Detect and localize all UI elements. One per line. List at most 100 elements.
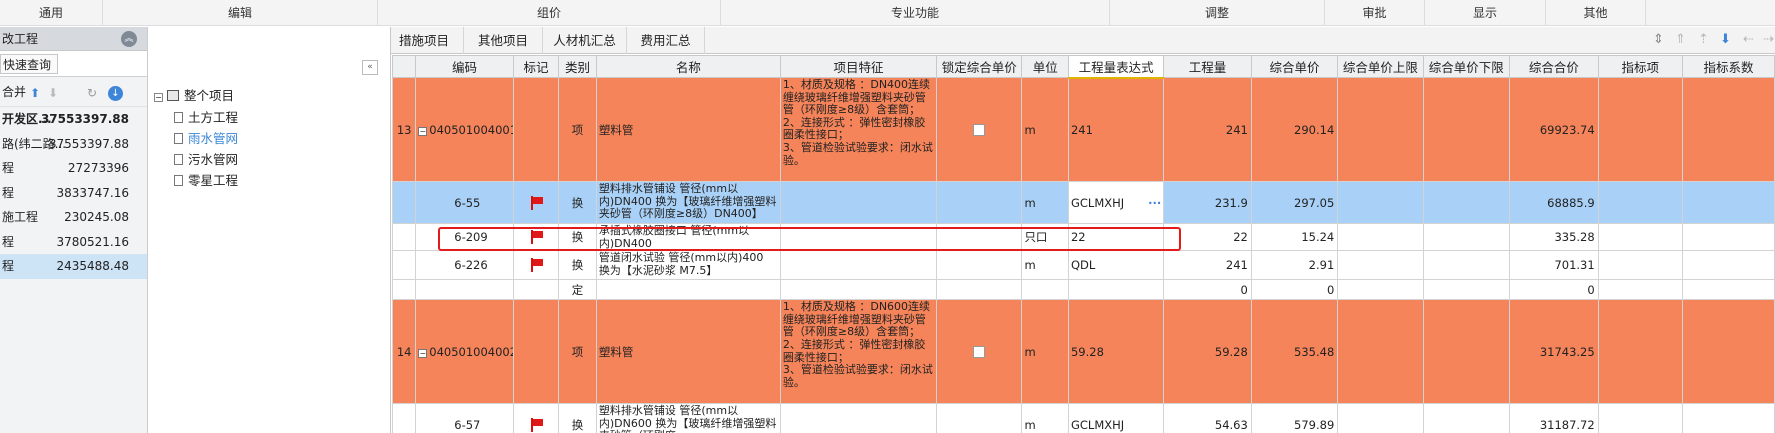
unit-cell[interactable]: m bbox=[1021, 181, 1069, 224]
lock-price-cell[interactable] bbox=[936, 299, 1023, 405]
merge-label[interactable]: 合并 bbox=[2, 85, 26, 99]
name-cell[interactable]: 承插式橡胶圈接口 管径(mm以内)DN400 bbox=[595, 222, 781, 252]
feature-cell[interactable] bbox=[779, 222, 938, 252]
quantity-cell[interactable]: 0 bbox=[1163, 279, 1252, 301]
unit-price-cell[interactable]: 15.24 bbox=[1250, 222, 1339, 252]
type-cell[interactable]: 项 bbox=[558, 77, 597, 182]
tree-node[interactable]: 雨水管网 bbox=[174, 130, 238, 148]
code-cell[interactable] bbox=[415, 279, 514, 301]
code-cell[interactable]: 6-226 bbox=[415, 250, 514, 281]
table-row[interactable]: 6-226 换管道闭水试验 管径(mm以内)400 换为【水泥砂浆 M7.5】 m Q… bbox=[392, 250, 1775, 281]
total-price-cell[interactable]: 701.31 bbox=[1509, 250, 1599, 281]
table-row[interactable]: 14−040501004002 项塑料管 1、材质及规格 ：DN600连续缠绕玻璃纤… bbox=[392, 299, 1775, 405]
indicator-cell[interactable] bbox=[1597, 279, 1683, 301]
code-cell[interactable]: 6-57 bbox=[415, 403, 514, 433]
column-header[interactable]: 单位 bbox=[1021, 55, 1069, 78]
indicator-coef-cell[interactable] bbox=[1681, 403, 1775, 433]
price-upper-limit-cell[interactable] bbox=[1337, 222, 1424, 252]
total-price-cell[interactable]: 31743.25 bbox=[1509, 299, 1599, 405]
name-cell[interactable]: 塑料排水管铺设 管径(mm以内)DN400 换为【玻璃纤维增强塑料夹砂管（环刚度… bbox=[595, 181, 781, 224]
indicator-cell[interactable] bbox=[1597, 299, 1683, 405]
tree-node[interactable]: 污水管网 bbox=[174, 151, 238, 169]
project-list-item[interactable]: 程 27273396 bbox=[0, 156, 147, 181]
indicator-coef-cell[interactable] bbox=[1681, 77, 1775, 182]
column-header[interactable] bbox=[392, 55, 417, 78]
indicator-coef-cell[interactable] bbox=[1681, 181, 1775, 224]
type-cell[interactable]: 项 bbox=[558, 299, 597, 405]
menu-group[interactable]: 组价 bbox=[378, 0, 721, 26]
lock-price-cell[interactable] bbox=[936, 222, 1023, 252]
quantity-expression-cell[interactable]: 22 bbox=[1067, 222, 1165, 252]
column-header[interactable]: 工程量 bbox=[1163, 55, 1252, 78]
total-price-cell[interactable]: 0 bbox=[1509, 279, 1599, 301]
menu-group[interactable]: 审批 bbox=[1325, 0, 1425, 26]
unit-price-cell[interactable]: 0 bbox=[1250, 279, 1339, 301]
lock-price-checkbox[interactable] bbox=[973, 124, 986, 136]
price-lower-limit-cell[interactable] bbox=[1422, 77, 1511, 182]
column-header[interactable]: 项目特征 bbox=[779, 55, 938, 78]
lock-price-cell[interactable] bbox=[936, 181, 1023, 224]
indicator-coef-cell[interactable] bbox=[1681, 222, 1775, 252]
column-header[interactable]: 锁定综合单价 bbox=[936, 55, 1023, 78]
menu-group[interactable]: 通用 bbox=[0, 0, 103, 26]
name-cell[interactable]: 塑料管 bbox=[595, 299, 781, 405]
lock-price-cell[interactable] bbox=[936, 403, 1023, 433]
type-cell[interactable]: 定 bbox=[558, 279, 597, 301]
indicator-coef-cell[interactable] bbox=[1681, 299, 1775, 405]
column-header[interactable]: 标记 bbox=[512, 55, 560, 78]
code-cell[interactable]: 6-55 bbox=[415, 181, 514, 224]
move-down-arrow-icon[interactable]: ⬇ bbox=[1720, 32, 1731, 47]
total-price-cell[interactable]: 69923.74 bbox=[1509, 77, 1599, 182]
unit-cell[interactable]: m bbox=[1021, 403, 1069, 433]
move-top-icon[interactable]: ⇑ bbox=[1675, 32, 1686, 47]
price-upper-limit-cell[interactable] bbox=[1337, 250, 1424, 281]
price-upper-limit-cell[interactable] bbox=[1337, 181, 1424, 224]
indicator-cell[interactable] bbox=[1597, 250, 1683, 281]
table-row[interactable]: 6-55 换塑料排水管铺设 管径(mm以内)DN400 换为【玻璃纤维增强塑料夹砂… bbox=[392, 181, 1775, 224]
project-list-item[interactable]: 路(纬二路... 37553397.88 bbox=[0, 132, 147, 157]
unit-cell[interactable]: 只口 bbox=[1021, 222, 1069, 252]
table-row[interactable]: 定000 bbox=[392, 279, 1775, 301]
total-price-cell[interactable]: 68885.9 bbox=[1509, 181, 1599, 224]
feature-cell[interactable]: 1、材质及规格 ：DN400连续缠绕玻璃纤维增强塑料夹砂管管（环刚度≥8级）含套… bbox=[779, 77, 938, 182]
unit-cell[interactable]: m bbox=[1021, 77, 1069, 182]
refresh-icon[interactable]: ↻ bbox=[87, 86, 97, 100]
project-list-item[interactable]: 施工程 230245.08 bbox=[0, 205, 147, 230]
total-price-cell[interactable]: 335.28 bbox=[1509, 222, 1599, 252]
price-upper-limit-cell[interactable] bbox=[1337, 279, 1424, 301]
price-lower-limit-cell[interactable] bbox=[1422, 181, 1511, 224]
price-lower-limit-cell[interactable] bbox=[1422, 250, 1511, 281]
feature-cell[interactable] bbox=[779, 279, 938, 301]
column-header[interactable]: 名称 bbox=[595, 55, 781, 78]
type-cell[interactable]: 换 bbox=[558, 181, 597, 224]
quantity-expression-cell[interactable]: 59.28 bbox=[1067, 299, 1165, 405]
quantity-expression-cell[interactable]: GCLMXHJ bbox=[1067, 403, 1165, 433]
menu-group[interactable]: 调整 bbox=[1110, 0, 1325, 26]
indicator-cell[interactable] bbox=[1597, 181, 1683, 224]
menu-group[interactable]: 显示 bbox=[1425, 0, 1546, 26]
column-header[interactable]: 综合合价 bbox=[1509, 55, 1599, 78]
unit-price-cell[interactable]: 579.89 bbox=[1250, 403, 1339, 433]
table-row[interactable]: 6-57 换塑料排水管铺设 管径(mm以内)DN600 换为【玻璃纤维增强塑料夹砂… bbox=[392, 403, 1775, 433]
lock-price-cell[interactable] bbox=[936, 250, 1023, 281]
unit-cell[interactable]: m bbox=[1021, 250, 1069, 281]
feature-cell[interactable]: 1、材质及规格 ：DN600连续缠绕玻璃纤维增强塑料夹砂管管（环刚度≥8级）含套… bbox=[779, 299, 938, 405]
column-header[interactable]: 指标项 bbox=[1597, 55, 1683, 78]
project-list-item[interactable]: 程 3833747.16 bbox=[0, 181, 147, 206]
menu-group[interactable]: 编辑 bbox=[103, 0, 378, 26]
collapse-panel-button[interactable]: « bbox=[362, 60, 378, 75]
tab-6[interactable]: 人材机汇总 bbox=[543, 27, 627, 54]
tree-root[interactable]: − 整个项目 bbox=[154, 87, 234, 105]
collapse-up-icon[interactable]: ︽ bbox=[121, 31, 137, 47]
table-row[interactable]: 6-209 换承插式橡胶圈接口 管径(mm以内)DN400 只口 22 22 15.24 3… bbox=[392, 222, 1775, 252]
name-cell[interactable]: 塑料排水管铺设 管径(mm以内)DN600 换为【玻璃纤维增强塑料夹砂管（环刚度 bbox=[595, 403, 781, 433]
type-cell[interactable]: 换 bbox=[558, 250, 597, 281]
column-header[interactable]: 工程量表达式 bbox=[1067, 55, 1165, 79]
unit-price-cell[interactable]: 535.48 bbox=[1250, 299, 1339, 405]
indicator-coef-cell[interactable] bbox=[1681, 279, 1775, 301]
move-right-icon[interactable]: ⇢ bbox=[1763, 32, 1774, 47]
lock-price-cell[interactable] bbox=[936, 77, 1023, 182]
unit-price-cell[interactable]: 290.14 bbox=[1250, 77, 1339, 182]
move-left-icon[interactable]: ⇠ bbox=[1743, 32, 1754, 47]
project-list-item[interactable]: 开发区... 37553397.88 bbox=[0, 107, 147, 132]
